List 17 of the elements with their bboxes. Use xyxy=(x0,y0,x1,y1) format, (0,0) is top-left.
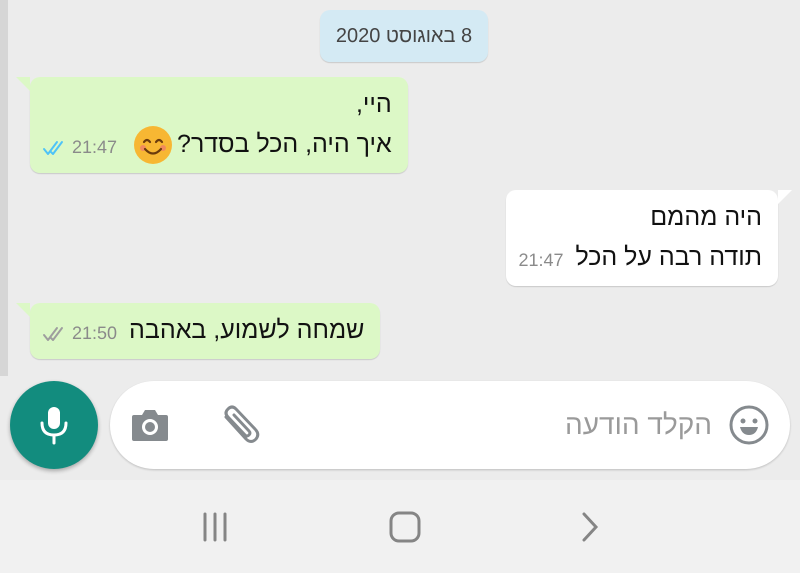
camera-icon[interactable] xyxy=(130,407,170,443)
message-text: איך היה, הכל בסדר? xyxy=(177,129,392,160)
message-text: היי, xyxy=(356,89,392,120)
smiling-face-icon xyxy=(133,125,174,165)
message-text: שמחה לשמוע, באהבה xyxy=(129,315,364,346)
microphone-button[interactable] xyxy=(10,381,98,469)
message-text: היה מהמם xyxy=(650,202,762,234)
date-pill: 8 באוגוסט 2020 xyxy=(320,10,488,62)
message-time: 21:47 xyxy=(518,249,564,272)
message-input[interactable]: הקלד הודעה xyxy=(110,381,790,469)
back-icon[interactable] xyxy=(580,510,600,542)
home-icon[interactable] xyxy=(388,510,421,542)
message-text: תודה רבה על הכל xyxy=(576,242,762,274)
message-time: 21:50 xyxy=(72,322,118,345)
message-time: 21:47 xyxy=(72,136,118,159)
message-field[interactable]: הקלד הודעה xyxy=(278,404,712,446)
emoji-icon[interactable] xyxy=(728,404,770,446)
